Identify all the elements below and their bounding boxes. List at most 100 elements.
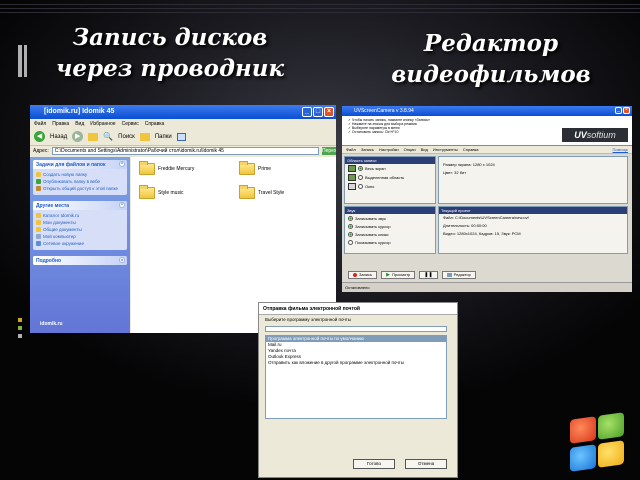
task-panel: Другие места ^ Каталог Idomik.ru Мои доку…	[33, 201, 127, 250]
menu-tools[interactable]: Инструменты	[433, 147, 458, 152]
capture-option[interactable]: Выделенная область	[345, 173, 435, 182]
task-label: Опубликовать папку в вебе	[43, 179, 101, 184]
screen-icon	[348, 165, 356, 172]
maximize-button[interactable]: □	[313, 107, 323, 117]
checkbox[interactable]	[348, 223, 353, 229]
menu-tools[interactable]: Сервис	[122, 121, 139, 127]
radio[interactable]	[358, 184, 363, 189]
folder-item[interactable]: Style music	[139, 185, 184, 199]
menu-options[interactable]: Опции	[404, 147, 416, 152]
list-item[interactable]: Отправить как вложение в другой программ…	[266, 360, 446, 366]
window-title: UVScreenCamera v 3.8.94	[354, 108, 414, 114]
task-panel-header[interactable]: Задачи для файлов и папок ^	[33, 160, 127, 169]
help-link[interactable]: Помощь	[613, 147, 628, 152]
divider	[0, 12, 640, 13]
collapse-icon[interactable]: ^	[119, 161, 125, 167]
group-title: Область записи	[345, 157, 435, 164]
folder-icon	[36, 213, 41, 218]
editor-icon	[446, 273, 452, 277]
menu-view[interactable]: Вид	[421, 147, 428, 152]
task-pane: Задачи для файлов и папок ^ Создать новую…	[30, 157, 130, 333]
place-catalog[interactable]: Каталог Idomik.ru	[36, 213, 124, 218]
menu-view[interactable]: Вид	[75, 121, 84, 127]
minimize-button[interactable]: _	[615, 107, 622, 114]
forward-icon[interactable]: ▶	[72, 131, 84, 142]
pause-button[interactable]: ❚❚	[419, 271, 438, 279]
place-shared-documents[interactable]: Общие документы	[36, 227, 124, 232]
close-button[interactable]: ×	[623, 107, 630, 114]
cancel-button[interactable]: Отмена	[405, 459, 447, 469]
capture-option[interactable]: Весь экран	[345, 164, 435, 173]
go-button[interactable]: Переход	[322, 147, 336, 155]
record-button[interactable]: Запись	[348, 271, 378, 279]
close-button[interactable]: ×	[324, 107, 334, 117]
place-my-documents[interactable]: Мои документы	[36, 220, 124, 225]
menu-settings[interactable]: Настройки	[379, 147, 399, 152]
menu-help[interactable]: Справка	[463, 147, 479, 152]
menu-file[interactable]: Файл	[346, 147, 356, 152]
place-network[interactable]: Сетевое окружение	[36, 241, 124, 246]
task-new-folder[interactable]: Создать новую папку	[36, 172, 124, 177]
folder-item[interactable]: Freddie Mercury	[139, 161, 194, 175]
sound-option[interactable]: Записывать клики	[345, 230, 435, 238]
email-program-select[interactable]	[265, 326, 447, 332]
email-program-list[interactable]: Программа электронной почты по умолчанию…	[265, 335, 447, 419]
expand-icon[interactable]: v	[119, 257, 125, 263]
ok-button[interactable]: Готово	[353, 459, 395, 469]
sound-option[interactable]: Показывать курсор	[345, 238, 435, 246]
explorer-titlebar[interactable]: [idomik.ru] Idomik 45 _ □ ×	[30, 105, 336, 119]
task-panel-header[interactable]: Подробно v	[33, 256, 127, 265]
uvsoftium-logo: UVsoftium	[562, 128, 628, 142]
place-label: Мои документы	[43, 220, 76, 225]
collapse-icon[interactable]: ^	[119, 202, 125, 208]
dialog-title[interactable]: Отправка фильма электронной почтой	[259, 303, 457, 315]
uv-titlebar[interactable]: UVScreenCamera v 3.8.94 _ ×	[342, 106, 632, 116]
menu-bar: Файл Правка Вид Избранное Сервис Справка	[30, 119, 336, 128]
folder-label: Travel Style	[258, 190, 285, 196]
checkbox[interactable]	[348, 239, 353, 245]
back-button-label[interactable]: Назад	[50, 134, 67, 140]
button-label: Просмотр	[391, 272, 411, 277]
checkbox[interactable]	[348, 215, 353, 221]
place-my-computer[interactable]: Мой компьютер	[36, 234, 124, 239]
sound-option[interactable]: Записывать звук	[345, 214, 435, 222]
group-title: Текущий проект	[439, 207, 627, 214]
menu-favorites[interactable]: Избранное	[90, 121, 115, 127]
place-label: Каталог Idomik.ru	[43, 213, 80, 218]
title-right: Редактор видеофильмов	[391, 30, 591, 88]
views-icon[interactable]	[176, 132, 186, 141]
address-input[interactable]: C:\Documents and Settings\Administrator\…	[51, 147, 319, 155]
folders-button-label[interactable]: Папки	[155, 134, 172, 140]
option-label: Окно	[365, 184, 375, 189]
folder-item[interactable]: Prime	[239, 161, 271, 175]
capture-option[interactable]: Окно	[345, 182, 435, 191]
minimize-button[interactable]: _	[302, 107, 312, 117]
menu-record[interactable]: Запись	[361, 147, 374, 152]
sound-option[interactable]: Записывать курсор	[345, 222, 435, 230]
up-folder-icon[interactable]	[88, 132, 99, 141]
new-folder-icon	[36, 172, 41, 177]
task-share[interactable]: Открыть общий доступ к этой папке	[36, 186, 124, 191]
pause-icon: ❚❚	[424, 272, 433, 278]
folders-icon[interactable]	[139, 132, 150, 141]
radio[interactable]	[358, 175, 363, 180]
checkbox[interactable]	[348, 231, 353, 237]
menu-help[interactable]: Справка	[145, 121, 165, 127]
menu-file[interactable]: Файл	[34, 121, 46, 127]
info-line: Размер экрана: 1280 x 1024	[443, 162, 495, 167]
search-button-label[interactable]: Поиск	[118, 134, 135, 140]
search-icon[interactable]: 🔍	[103, 132, 113, 141]
task-panel-header[interactable]: Другие места ^	[33, 201, 127, 210]
uv-body: Область записи Весь экран Выделенная обл…	[342, 154, 632, 270]
menu-edit[interactable]: Правка	[52, 121, 69, 127]
radio[interactable]	[358, 166, 363, 171]
task-panel-title: Подробно	[36, 258, 62, 264]
folder-item[interactable]: Travel Style	[239, 185, 285, 199]
play-button[interactable]: ▶ Просмотр	[381, 271, 416, 279]
decor-bar	[18, 45, 22, 77]
task-publish[interactable]: Опубликовать папку в вебе	[36, 179, 124, 184]
folder-icon	[36, 227, 41, 232]
editor-button[interactable]: Редактор	[441, 271, 476, 279]
back-icon[interactable]: ◀	[34, 131, 45, 142]
address-label: Адрес:	[33, 148, 49, 154]
